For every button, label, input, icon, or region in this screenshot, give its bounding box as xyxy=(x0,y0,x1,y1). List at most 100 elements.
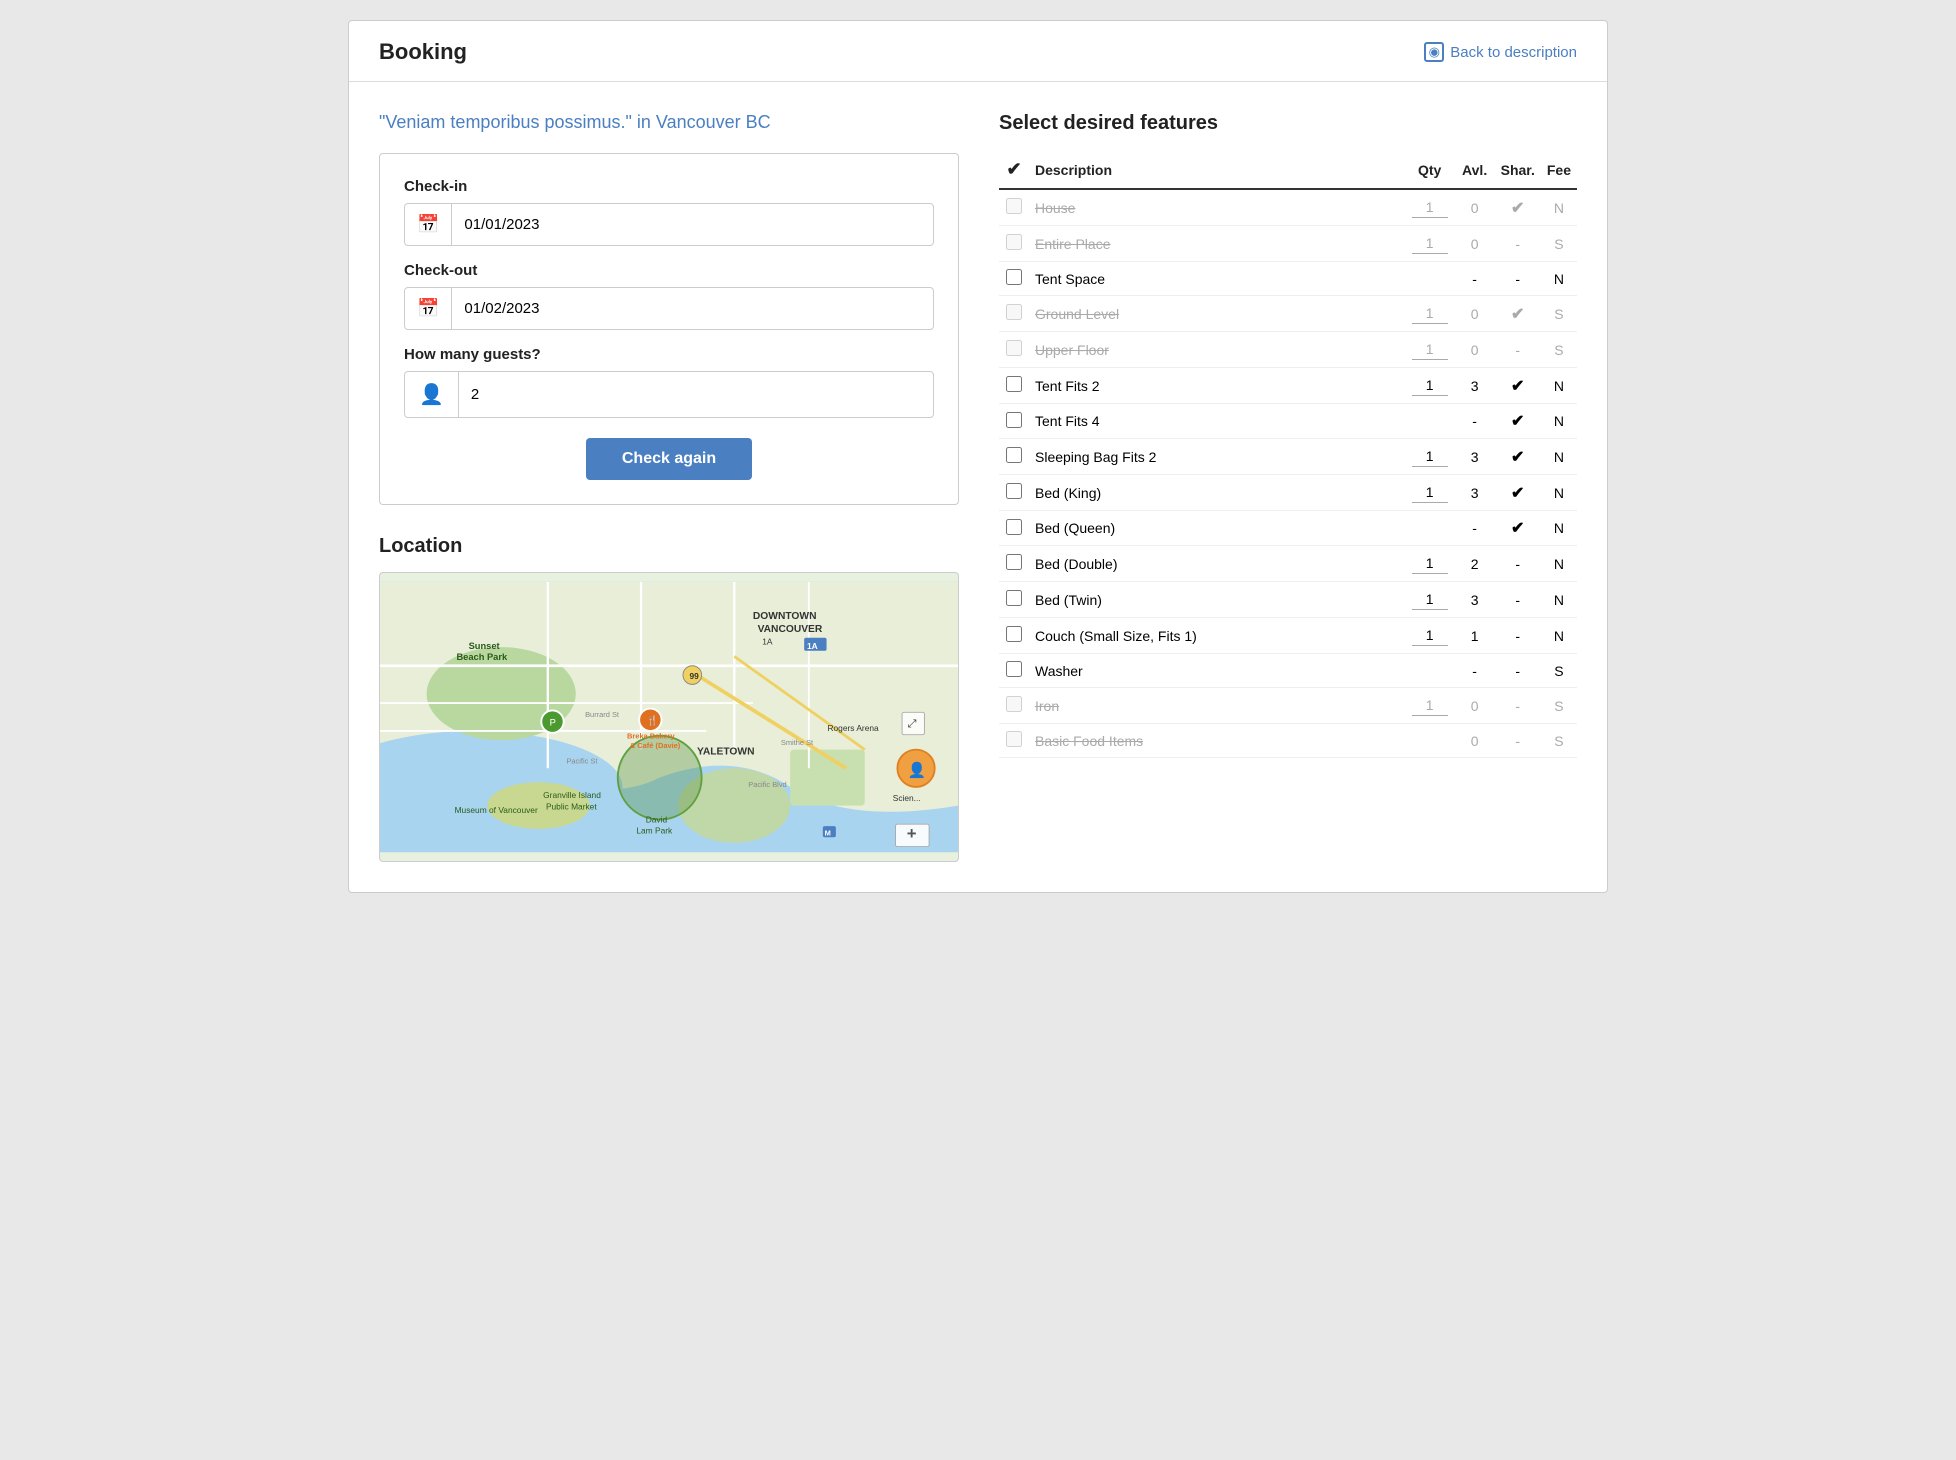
feature-checkbox-iron xyxy=(1006,696,1022,712)
feature-checkbox-tent-fits-2[interactable] xyxy=(1006,376,1022,392)
qty-input-tent-fits-2[interactable] xyxy=(1412,375,1448,396)
feature-avl: 3 xyxy=(1455,582,1495,618)
feature-qty[interactable] xyxy=(1405,688,1455,724)
svg-text:Breka Bakery: Breka Bakery xyxy=(627,731,675,740)
feature-shar: - xyxy=(1495,582,1541,618)
svg-text:Pacific St: Pacific St xyxy=(566,757,598,766)
location-title: Location xyxy=(379,535,959,558)
feature-qty[interactable] xyxy=(1405,226,1455,262)
checkin-input[interactable] xyxy=(452,206,933,243)
table-row: Bed (Queen)-✔N xyxy=(999,511,1577,546)
feature-checkbox-bed-queen[interactable] xyxy=(1006,519,1022,535)
map-container: Sunset Beach Park DOWNTOWN VANCOUVER 1A … xyxy=(379,572,959,862)
feature-fee: S xyxy=(1541,332,1577,368)
table-row: Entire Place0-S xyxy=(999,226,1577,262)
feature-fee: S xyxy=(1541,688,1577,724)
feature-fee: N xyxy=(1541,404,1577,439)
table-row: Washer--S xyxy=(999,654,1577,688)
table-row: Bed (Double)2-N xyxy=(999,546,1577,582)
col-header-shar: Shar. xyxy=(1495,151,1541,189)
col-header-qty: Qty xyxy=(1405,151,1455,189)
qty-input-bed-king[interactable] xyxy=(1412,482,1448,503)
page-title: Booking xyxy=(379,39,467,65)
feature-fee: S xyxy=(1541,296,1577,332)
guests-input[interactable] xyxy=(459,376,933,413)
feature-fee: S xyxy=(1541,724,1577,758)
feature-shar: ✔ xyxy=(1495,475,1541,511)
qty-input-bed-twin[interactable] xyxy=(1412,589,1448,610)
qty-input-iron xyxy=(1412,695,1448,716)
feature-shar: ✔ xyxy=(1495,368,1541,404)
svg-text:1A: 1A xyxy=(807,641,818,651)
feature-qty[interactable] xyxy=(1405,618,1455,654)
svg-text:David: David xyxy=(646,814,668,824)
table-row: Tent Fits 23✔N xyxy=(999,368,1577,404)
feature-fee: N xyxy=(1541,582,1577,618)
col-header-desc: Description xyxy=(1029,151,1405,189)
feature-checkbox-sleeping-bag-fits-2[interactable] xyxy=(1006,447,1022,463)
col-header-fee: Fee xyxy=(1541,151,1577,189)
feature-description: Bed (Double) xyxy=(1029,546,1405,582)
features-title: Select desired features xyxy=(999,112,1577,135)
check-again-button[interactable]: Check again xyxy=(586,438,752,480)
feature-qty[interactable] xyxy=(1405,546,1455,582)
qty-input-sleeping-bag-fits-2[interactable] xyxy=(1412,446,1448,467)
feature-description: Washer xyxy=(1029,654,1405,688)
feature-checkbox-bed-twin[interactable] xyxy=(1006,590,1022,606)
svg-text:P: P xyxy=(550,717,556,727)
feature-avl: 2 xyxy=(1455,546,1495,582)
feature-qty[interactable] xyxy=(1405,582,1455,618)
qty-input-couch-small[interactable] xyxy=(1412,625,1448,646)
feature-shar: ✔ xyxy=(1495,511,1541,546)
feature-qty[interactable] xyxy=(1405,296,1455,332)
person-icon: 👤 xyxy=(405,372,459,417)
feature-checkbox-bed-king[interactable] xyxy=(1006,483,1022,499)
feature-avl: 0 xyxy=(1455,296,1495,332)
svg-text:Burrard St: Burrard St xyxy=(585,710,620,719)
feature-qty[interactable] xyxy=(1405,332,1455,368)
svg-text:🍴: 🍴 xyxy=(647,715,659,727)
feature-qty[interactable] xyxy=(1405,439,1455,475)
table-row: Couch (Small Size, Fits 1)1-N xyxy=(999,618,1577,654)
checkout-label: Check-out xyxy=(404,262,934,279)
feature-fee: S xyxy=(1541,226,1577,262)
feature-checkbox-couch-small[interactable] xyxy=(1006,626,1022,642)
feature-fee: N xyxy=(1541,439,1577,475)
checkout-input[interactable] xyxy=(452,290,933,327)
back-icon: ◉ xyxy=(1424,42,1444,62)
svg-text:VANCOUVER: VANCOUVER xyxy=(758,624,823,635)
svg-text:+: + xyxy=(907,824,917,843)
feature-checkbox-ground-level xyxy=(1006,304,1022,320)
qty-input-upper-floor xyxy=(1412,339,1448,360)
feature-checkbox-bed-double[interactable] xyxy=(1006,554,1022,570)
feature-checkbox-basic-food-items xyxy=(1006,731,1022,747)
feature-qty[interactable] xyxy=(1405,189,1455,226)
feature-fee: N xyxy=(1541,546,1577,582)
feature-avl: 3 xyxy=(1455,439,1495,475)
feature-qty xyxy=(1405,654,1455,688)
feature-checkbox-tent-fits-4[interactable] xyxy=(1006,412,1022,428)
feature-avl: 1 xyxy=(1455,618,1495,654)
svg-text:& Café (Davie): & Café (Davie) xyxy=(630,741,681,750)
feature-shar: - xyxy=(1495,654,1541,688)
feature-description: Tent Space xyxy=(1029,262,1405,296)
svg-text:1A: 1A xyxy=(762,636,773,646)
svg-text:Sunset: Sunset xyxy=(469,641,500,651)
feature-description: Tent Fits 4 xyxy=(1029,404,1405,439)
feature-qty[interactable] xyxy=(1405,475,1455,511)
table-row: Basic Food Items0-S xyxy=(999,724,1577,758)
table-row: Tent Fits 4-✔N xyxy=(999,404,1577,439)
feature-qty[interactable] xyxy=(1405,368,1455,404)
feature-checkbox-tent-space[interactable] xyxy=(1006,269,1022,285)
calendar-icon: 📅 xyxy=(405,204,452,245)
qty-input-bed-double[interactable] xyxy=(1412,553,1448,574)
left-panel: "Veniam temporibus possimus." in Vancouv… xyxy=(379,112,999,862)
table-row: Tent Space--N xyxy=(999,262,1577,296)
feature-qty xyxy=(1405,724,1455,758)
feature-checkbox-washer[interactable] xyxy=(1006,661,1022,677)
feature-shar: ✔ xyxy=(1495,296,1541,332)
feature-description: Tent Fits 2 xyxy=(1029,368,1405,404)
feature-description: Couch (Small Size, Fits 1) xyxy=(1029,618,1405,654)
feature-shar: ✔ xyxy=(1495,439,1541,475)
back-to-description-link[interactable]: ◉ Back to description xyxy=(1424,42,1577,62)
